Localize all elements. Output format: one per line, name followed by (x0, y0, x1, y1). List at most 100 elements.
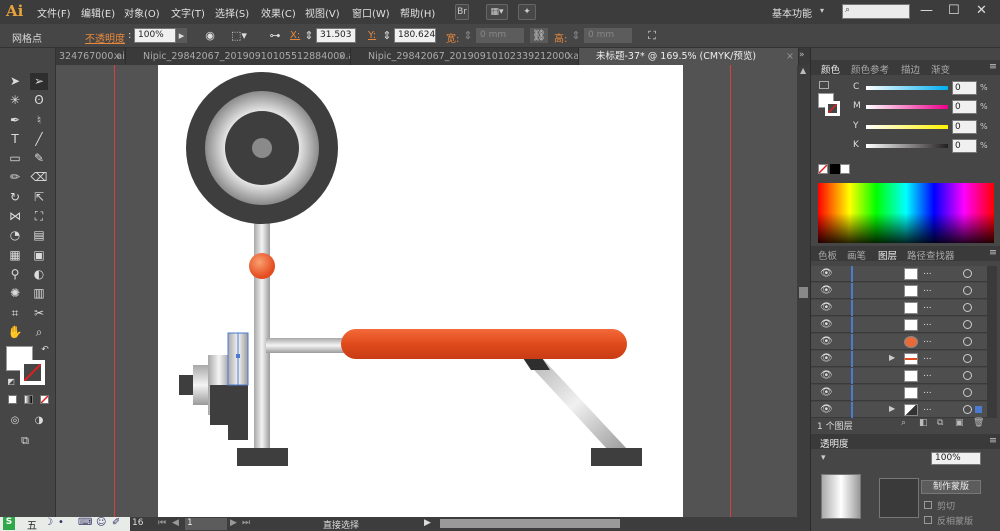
target-icon[interactable] (963, 320, 972, 329)
menu-window[interactable]: 窗口(W) (352, 5, 390, 20)
target-icon[interactable] (963, 286, 972, 295)
tab-pathfinder[interactable]: 路径查找器 (907, 248, 955, 262)
close-tab-icon[interactable]: × (566, 48, 574, 65)
x-label[interactable]: X: (290, 30, 300, 41)
type-tool-icon[interactable]: T (6, 131, 24, 148)
layer-row[interactable]: 👁... (811, 300, 989, 316)
anchor-point[interactable] (236, 354, 240, 358)
yellow-slider[interactable] (866, 125, 948, 129)
canvas-area[interactable] (56, 65, 797, 517)
sogou-icon[interactable]: S (3, 517, 15, 530)
weight-plate-hub[interactable] (252, 138, 272, 158)
front-foot[interactable] (237, 448, 288, 466)
tab-brushes[interactable]: 画笔 (847, 248, 866, 262)
upright-post[interactable] (254, 215, 270, 452)
width-tool-icon[interactable]: ⋈ (6, 208, 24, 225)
menu-object[interactable]: 对象(O) (124, 5, 160, 20)
close-tab-icon[interactable]: × (338, 48, 346, 65)
rear-foot[interactable] (591, 448, 642, 466)
default-colors-icon[interactable]: ◩ (2, 373, 20, 390)
menu-select[interactable]: 选择(S) (215, 5, 249, 20)
color-spectrum[interactable] (818, 183, 994, 243)
magenta-slider[interactable] (866, 105, 948, 109)
close-icon[interactable]: ✕ (976, 3, 987, 18)
vertical-scroll-thumb[interactable] (799, 287, 808, 298)
draw-inside-icon[interactable]: ◑ (30, 412, 48, 429)
layer-row[interactable]: 👁 ▶... (811, 351, 989, 367)
visibility-eye-icon[interactable]: 👁 (820, 404, 833, 415)
black-field[interactable]: 0 (952, 139, 977, 153)
opacity-label[interactable]: 不透明度 (85, 30, 125, 45)
weight-stack-dark-1[interactable] (210, 385, 230, 425)
gradient-mode-icon[interactable] (24, 395, 33, 404)
black-swatch[interactable] (830, 164, 840, 174)
symbol-sprayer-tool-icon[interactable]: ✺ (6, 285, 24, 302)
x-field[interactable]: 31.503 (316, 28, 356, 43)
horizontal-scroll-thumb[interactable] (440, 519, 620, 528)
eraser-tool-icon[interactable]: ⌫ (30, 169, 48, 186)
expand-arrow-icon[interactable]: ▶ (889, 404, 895, 413)
workspace-chevron-icon[interactable]: ▾ (820, 6, 824, 15)
visibility-eye-icon[interactable]: 👁 (820, 336, 833, 347)
direct-selection-tool-icon[interactable]: ➢ (30, 73, 48, 90)
target-icon[interactable] (963, 303, 972, 312)
visibility-eye-icon[interactable]: 👁 (820, 302, 833, 313)
none-mode-icon[interactable] (40, 395, 49, 404)
target-icon[interactable] (963, 405, 972, 414)
panel-menu-icon[interactable]: ≡ (989, 61, 997, 72)
target-icon[interactable] (963, 354, 972, 363)
shape-builder-tool-icon[interactable]: ◔ (6, 227, 24, 244)
menu-help[interactable]: 帮助(H) (400, 5, 435, 20)
next-page-icon[interactable]: ▶ (230, 518, 237, 528)
tab-document-3[interactable]: Nipic_29842067_20190910102339212000.ai* × (351, 48, 579, 65)
y-stepper-icon[interactable]: ⇕ (381, 28, 393, 43)
new-layer-icon[interactable]: ▣ (955, 418, 964, 428)
paintbrush-tool-icon[interactable]: ✎ (30, 150, 48, 167)
mesh-tool-icon[interactable]: ▦ (6, 247, 24, 264)
menu-view[interactable]: 视图(V) (305, 5, 340, 20)
column-graph-tool-icon[interactable]: ▥ (30, 285, 48, 302)
link-proportions-icon[interactable]: ⛓ (530, 28, 548, 43)
pen-tool-icon[interactable]: ✒ (6, 112, 24, 129)
weight-stack-dark-2[interactable] (228, 385, 248, 440)
invert-mask-checkbox[interactable] (924, 516, 932, 524)
line-tool-icon[interactable]: ╱ (30, 131, 48, 148)
y-field[interactable]: 180.624 (394, 28, 436, 43)
rotate-tool-icon[interactable]: ↻ (6, 189, 24, 206)
menu-edit[interactable]: 编辑(E) (81, 5, 115, 20)
layer-row[interactable]: 👁... (811, 368, 989, 384)
clip-checkbox[interactable] (924, 501, 932, 509)
prev-page-icon[interactable]: ◀ (172, 518, 179, 528)
close-tab-icon[interactable]: × (113, 48, 121, 65)
visibility-eye-icon[interactable]: 👁 (820, 353, 833, 364)
zoom-tool-icon[interactable]: ⌕ (30, 324, 48, 341)
scroll-up-icon[interactable]: ▲ (800, 66, 806, 75)
tab-color-guide[interactable]: 颜色参考 (851, 62, 889, 76)
rectangle-tool-icon[interactable]: ▭ (6, 150, 24, 167)
minimize-icon[interactable]: — (920, 3, 933, 18)
mask-thumbnail[interactable] (879, 478, 919, 518)
clipping-mask-icon[interactable]: ◧ (919, 418, 928, 428)
pencil-tool-icon[interactable]: ✏ (6, 169, 24, 186)
anchor-convert-icon[interactable]: ⊶ (266, 28, 284, 43)
recolor-icon[interactable]: ◉ (201, 28, 219, 43)
panel-menu-icon[interactable]: ≡ (989, 435, 997, 446)
cyan-slider[interactable] (866, 86, 948, 90)
curvature-tool-icon[interactable]: ♮ (30, 112, 48, 129)
target-icon[interactable] (963, 337, 972, 346)
new-sublayer-icon[interactable]: ⧉ (937, 418, 943, 428)
tab-overflow-icon[interactable]: » (799, 50, 805, 60)
visibility-eye-icon[interactable]: 👁 (820, 319, 833, 330)
visibility-eye-icon[interactable]: 👁 (820, 370, 833, 381)
horizontal-bar[interactable] (266, 338, 346, 353)
page-field[interactable]: 1 (185, 518, 227, 530)
search-input[interactable]: ⌕ (842, 4, 910, 19)
opacity-field[interactable]: 100% (134, 28, 176, 43)
yellow-field[interactable]: 0 (952, 120, 977, 134)
target-icon[interactable] (963, 371, 972, 380)
ime-mode[interactable]: 五 (27, 517, 37, 531)
maximize-icon[interactable]: ☐ (948, 3, 960, 18)
orange-knob[interactable] (249, 253, 275, 279)
make-mask-button[interactable]: 制作蒙版 (921, 480, 981, 494)
arrange-documents-icon[interactable]: ▦▾ (486, 4, 508, 20)
